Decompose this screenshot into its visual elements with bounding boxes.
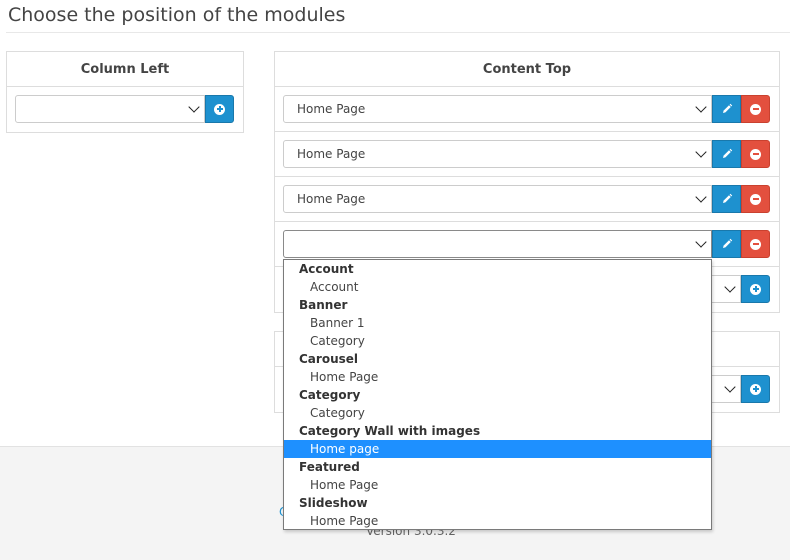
module-layout-page: Choose the position of the modules Colum… [0,0,790,560]
content-top-module-select[interactable]: Home Page [283,140,712,168]
plus-circle-icon [750,283,761,295]
plus-circle-icon [214,103,225,115]
chevron-down-icon [188,101,200,113]
column-left-panel: Column Left [6,51,244,133]
pencil-icon [722,193,732,203]
remove-module-button[interactable] [741,95,770,123]
dropdown-option[interactable]: Home Page [284,368,711,386]
dropdown-option-highlighted[interactable]: Home page [284,440,711,458]
page-title: Choose the position of the modules [8,4,346,26]
pencil-icon [722,148,732,158]
remove-module-button[interactable] [741,230,770,258]
dropdown-group-label: Category [299,388,361,402]
dropdown-group-label: Slideshow [299,496,368,510]
dropdown-option[interactable]: Category [284,404,711,422]
column-left-add-row [7,87,243,132]
content-top-module-select[interactable]: Home Page [283,185,712,213]
column-left-add-button[interactable] [205,95,234,123]
dropdown-group-label: Account [299,262,354,276]
edit-module-button[interactable] [712,230,741,258]
minus-circle-icon [750,193,761,205]
content-top-heading: Content Top [275,52,779,87]
edit-module-button[interactable] [712,140,741,168]
edit-module-button[interactable] [712,95,741,123]
column-left-module-select[interactable] [15,95,205,123]
content-top-row: Home Page [275,177,779,222]
edit-module-button[interactable] [712,185,741,213]
dropdown-option[interactable]: Category [284,332,711,350]
dropdown-group-label: Carousel [299,352,359,366]
select-value: Home Page [297,192,366,206]
dropdown-group-label: Banner [299,298,348,312]
minus-circle-icon [750,238,761,250]
chevron-down-icon [724,381,736,393]
content-top-module-select[interactable]: Home Page [283,95,712,123]
minus-circle-icon [750,103,761,115]
dropdown-option[interactable]: Account [284,278,711,296]
chevron-down-icon [695,236,707,248]
second-position-add-button[interactable] [741,375,770,403]
pencil-icon [722,103,732,113]
content-top-add-button[interactable] [741,275,770,303]
remove-module-button[interactable] [741,140,770,168]
dropdown-group-label: Featured [299,460,360,474]
content-top-row: Home Page [275,87,779,132]
column-left-heading: Column Left [7,52,243,87]
chevron-down-icon [724,281,736,293]
select-value: Home Page [297,102,366,116]
dropdown-group-label: Category Wall with images [299,424,481,438]
dropdown-option[interactable]: Banner 1 [284,314,711,332]
minus-circle-icon [750,148,761,160]
select-value: Home Page [297,147,366,161]
chevron-down-icon [695,191,707,203]
module-dropdown-list[interactable]: Account Account Banner Banner 1 Category… [283,259,712,530]
plus-circle-icon [750,383,761,395]
dropdown-option[interactable]: Home Page [284,512,711,530]
remove-module-button[interactable] [741,185,770,213]
dropdown-option[interactable]: Home Page [284,476,711,494]
content-top-module-select-open[interactable] [283,230,712,258]
pencil-icon [722,238,732,248]
content-top-row: Home Page [275,132,779,177]
title-divider [6,32,790,33]
chevron-down-icon [695,101,707,113]
chevron-down-icon [695,146,707,158]
